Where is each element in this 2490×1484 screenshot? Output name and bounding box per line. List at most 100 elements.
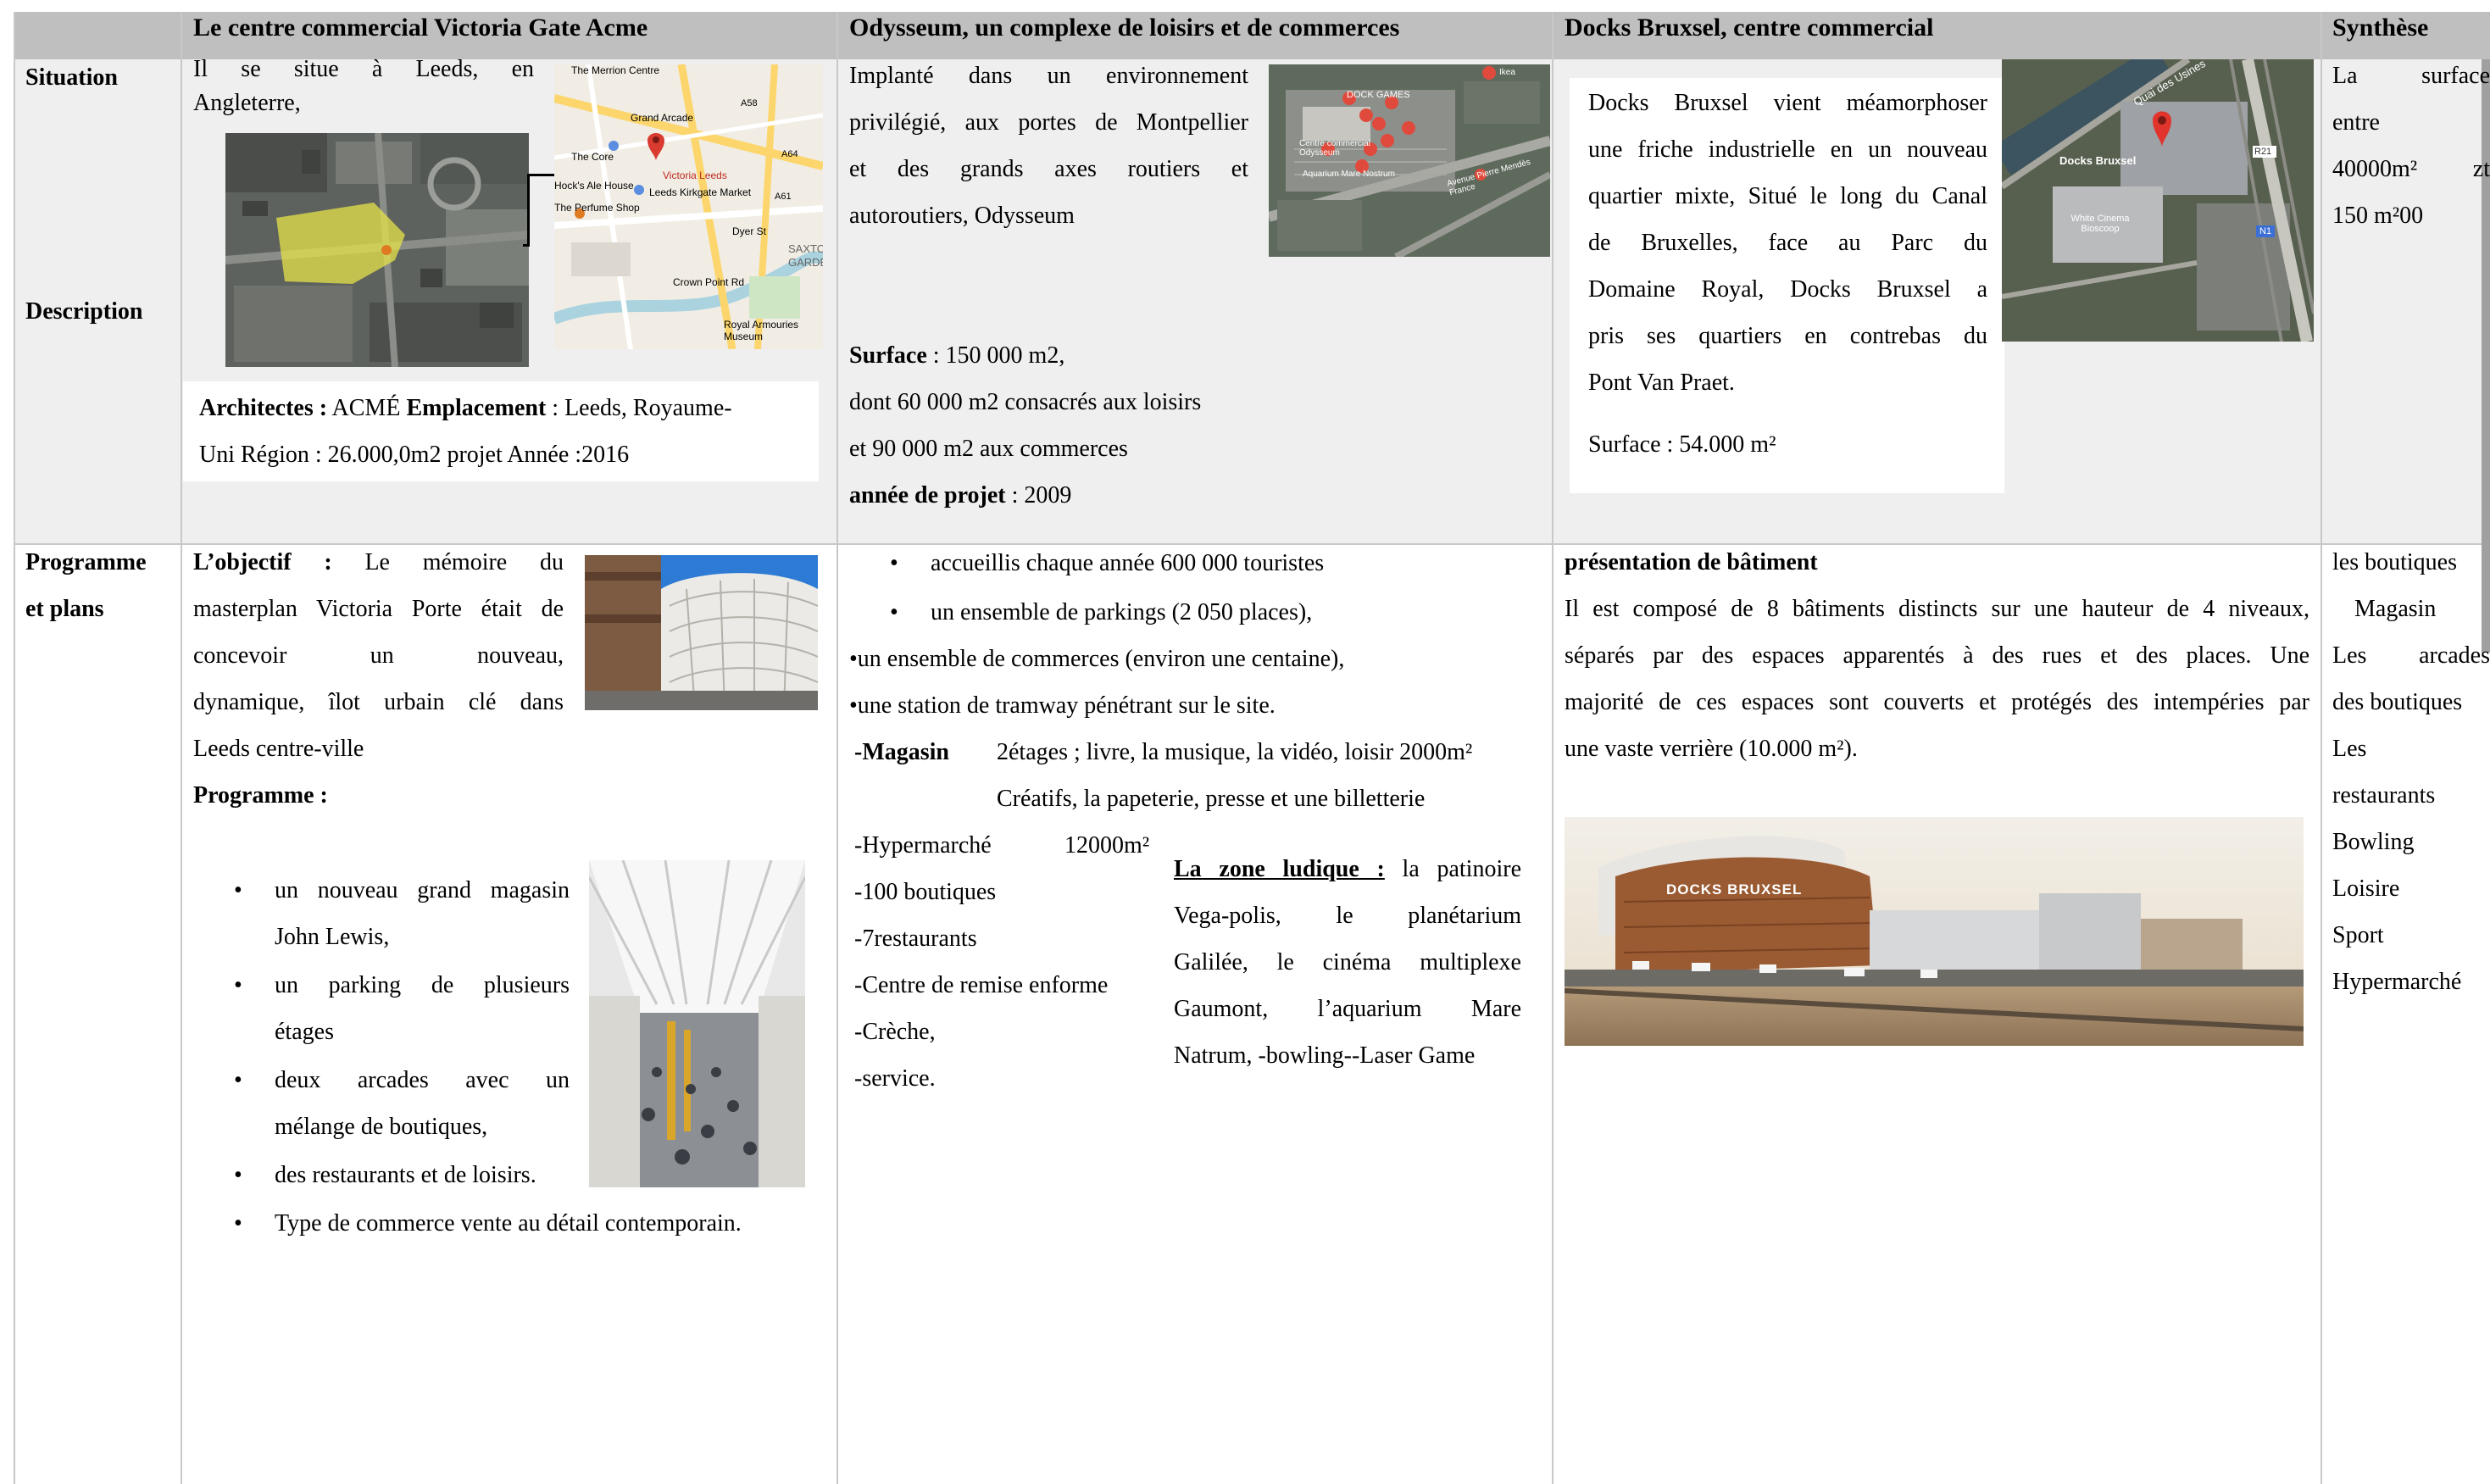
text-line: •une station de tramway pénétrant sur le… <box>849 692 1276 719</box>
odysseum-dot-lines: •un ensemble de commerces (environ une c… <box>849 636 1344 729</box>
map-label: Hock's Ale House <box>554 180 634 192</box>
map-label: The Core <box>571 151 614 163</box>
text-line: Docks Bruxsel vient méamorphoser <box>1588 90 1987 116</box>
text-line: pris ses quartiers en contrebas du <box>1588 323 1987 349</box>
objectif-line: L’objectif : Le mémoire du <box>193 549 564 575</box>
text-line: Il est composé de 8 bâtiments distincts … <box>1565 596 2309 622</box>
map-label: GARDE <box>788 256 823 269</box>
text-line: séparés par des espaces apparentés à des… <box>1565 642 2309 669</box>
text-line: Implanté dans un environnement <box>849 63 1248 89</box>
list-item: -100 boutiques <box>854 879 997 905</box>
leeds-aerial-photo <box>225 133 529 367</box>
leeds-arcade-photo <box>589 860 805 1187</box>
bullet-item: des restaurants et de loisirs. <box>234 1152 570 1198</box>
text-line: et des grands axes routiers et <box>849 156 1248 182</box>
objectif-line: concevoir un nouveau, <box>193 642 564 669</box>
leeds-map: The Merrion Centre Grand Arcade The Core… <box>554 64 823 349</box>
map-label: N1 <box>2259 226 2272 236</box>
header-docks: Docks Bruxsel, centre commercial <box>1565 14 1934 42</box>
text-line: Les arcades <box>2332 642 2490 669</box>
text-line: restaurants <box>2332 782 2436 809</box>
text-line: des boutiques <box>2332 689 2463 715</box>
odysseum-situation: Implanté dans un environnement privilégi… <box>849 53 1248 239</box>
bullet-item-cont: mélange de boutiques, <box>275 1114 488 1140</box>
leeds-objectif: L’objectif : Le mémoire du masterplan Vi… <box>193 539 564 819</box>
text-line: Loisire <box>2332 875 2400 902</box>
text-line: 2étages ; livre, la musique, la vidéo, l… <box>997 739 1473 765</box>
text-line: entre <box>2332 109 2380 136</box>
map-label: Aquarium Mare Nostrum <box>1303 170 1395 179</box>
docks-surface: Surface : 54.000 m² <box>1588 431 1776 458</box>
text-line: La surface <box>2332 63 2490 89</box>
grid-line <box>14 12 15 1484</box>
synthese-programme: les boutiques Magasin Les arcades des bo… <box>2332 539 2490 1005</box>
docks-description: Docks Bruxsel vient méamorphoser une fri… <box>1588 80 1987 406</box>
map-label: Grand Arcade <box>631 112 694 124</box>
row-label-plans: et plans <box>25 596 104 622</box>
header-synthese: Synthèse <box>2332 14 2429 42</box>
architects-label: Architectes : <box>199 395 328 421</box>
list-item: -Crèche, <box>854 1019 936 1045</box>
docks-building-photo: DOCKS BRUXSEL <box>1565 817 2304 1046</box>
photo-sign: DOCKS BRUXSEL <box>1666 881 1803 898</box>
hypermarche-value: 12000m² <box>1064 832 1150 859</box>
text-line: Surface : 150 000 m2, <box>849 342 1065 369</box>
list-item: -7restaurants <box>854 925 977 952</box>
text-line: Les <box>2332 736 2367 762</box>
map-label: Victoria Leeds <box>663 170 727 181</box>
leeds-architects-line: Architectes : ACMÉ Emplacement : Leeds, … <box>199 385 732 431</box>
map-label: A64 <box>781 149 798 159</box>
odysseum-surface: Surface : 150 000 m2, dont 60 000 m2 con… <box>849 332 1256 519</box>
presentation-label: présentation de bâtiment <box>1565 549 1818 575</box>
leeds-region-line: Uni Région : 26.000,0m2 projet Année :20… <box>199 442 630 468</box>
odysseum-list: -100 boutiques -7restaurants -Centre de … <box>854 869 1108 1102</box>
text-line: privilégié, aux portes de Montpellier <box>849 109 1248 136</box>
grid-line <box>181 12 182 1484</box>
docks-map: Docks Bruxsel Quai des Usines White Cine… <box>2002 59 2314 342</box>
map-label: A61 <box>775 192 792 202</box>
connector-line <box>527 174 530 247</box>
odysseum-bullets: accueillis chaque année 600 000 touriste… <box>890 539 1324 637</box>
bullet-item-cont: John Lewis, <box>275 924 390 950</box>
bullet-item: un parking de plusieurs <box>234 962 570 1009</box>
row-label-programme: Programme <box>25 549 147 575</box>
text-line: une vaste verrière (10.000 m²). <box>1565 736 1858 762</box>
text-line: Vega-polis, le planétarium <box>1174 903 1521 929</box>
text-line: Natrum, -bowling--Laser Game <box>1174 1042 1476 1069</box>
odysseum-map: DOCK GAMES Centre commercial Odysseum Aq… <box>1269 64 1550 257</box>
map-label: Centre commercial Odysseum <box>1299 139 1370 158</box>
text-line: et 90 000 m2 aux commerces <box>849 436 1128 462</box>
header-leeds: Le centre commercial Victoria Gate Acme <box>193 14 648 42</box>
map-label: The Merrion Centre <box>571 64 660 76</box>
list-item: -service. <box>854 1065 936 1092</box>
text-line: quartier mixte, Situé le long du Canal <box>1588 183 1987 209</box>
bullet-item: Type de commerce vente au détail contemp… <box>234 1200 742 1247</box>
text-line: Hypermarché <box>2332 969 2462 995</box>
text-line: les boutiques <box>2332 549 2457 575</box>
magasin-label: -Magasin <box>854 739 949 765</box>
architects-value: ACMÉ <box>327 395 407 421</box>
map-label: DOCK GAMES <box>1347 90 1410 100</box>
text-line: Galilée, le cinéma multiplexe <box>1174 949 1521 975</box>
objectif-line: masterplan Victoria Porte était de <box>193 596 564 622</box>
bullet-item: deux arcades avec un <box>234 1057 570 1103</box>
map-label: Crown Point Rd <box>673 276 745 288</box>
location-label: Emplacement <box>406 395 547 421</box>
leeds-situation-line2: Angleterre, <box>193 90 301 116</box>
grid-line <box>1552 12 1553 1484</box>
leeds-arcade-graphic <box>589 860 805 1187</box>
text-line: Sport <box>2332 922 2384 948</box>
programme-label: Programme : <box>193 782 328 809</box>
text-line: Magasin <box>2354 596 2437 622</box>
leeds-bullets: un nouveau grand magasin John Lewis, un … <box>234 867 742 1247</box>
text-line: de Bruxelles, face au Parc du <box>1588 230 1987 256</box>
map-label: The Perfume Shop <box>554 202 640 214</box>
text-line: 40000m² zt <box>2332 156 2490 182</box>
magasin-details: 2étages ; livre, la musique, la vidéo, l… <box>997 729 1472 822</box>
synthese-situation: La surface entre 40000m² zt 150 m²00 <box>2332 53 2490 239</box>
row-label-situation: Situation <box>25 64 118 91</box>
map-label: Leeds Kirkgate Market <box>649 186 752 198</box>
leeds-building-photo <box>585 555 818 710</box>
map-label: Royal Armouries Museum <box>724 319 799 342</box>
grid-line <box>2320 12 2322 1484</box>
